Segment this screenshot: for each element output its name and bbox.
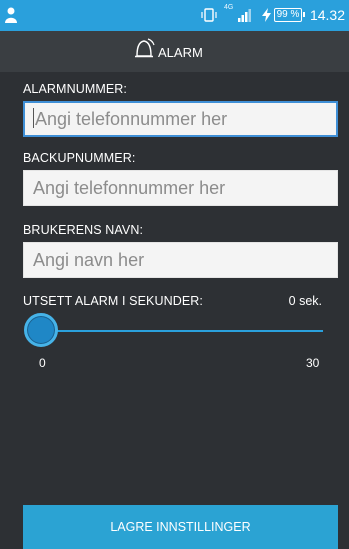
backup-number-label: BACKUPNUMMER:	[23, 151, 136, 165]
notification-person-icon	[5, 7, 17, 23]
alarm-number-placeholder: Angi telefonnummer her	[35, 109, 228, 129]
user-name-label: BRUKERENS NAVN:	[23, 223, 144, 237]
battery-indicator: 99 %	[274, 8, 305, 22]
status-bar: 4G 99 % 14.32	[0, 0, 349, 31]
signal-icon	[238, 9, 251, 22]
bell-icon	[135, 38, 155, 58]
backup-number-placeholder: Angi telefonnummer her	[33, 178, 226, 198]
network-type-label: 4G	[224, 4, 234, 11]
delay-slider-thumb[interactable]	[24, 313, 58, 347]
vibrate-icon	[201, 8, 217, 22]
user-name-input[interactable]: Angi navn her	[23, 242, 338, 278]
alarm-number-input[interactable]: Angi telefonnummer her	[23, 101, 338, 137]
user-name-placeholder: Angi navn her	[33, 250, 145, 270]
page-title: ALARM	[158, 45, 203, 60]
slider-max-label: 30	[306, 356, 320, 370]
save-settings-button[interactable]: LAGRE INNSTILLINGER	[23, 505, 338, 549]
delay-slider-track[interactable]	[41, 330, 323, 332]
slider-min-label: 0	[39, 356, 46, 370]
delay-label: UTSETT ALARM I SEKUNDER:	[23, 294, 203, 308]
delay-value: 0 sek.	[288, 294, 322, 308]
text-cursor	[33, 108, 34, 129]
charging-icon	[262, 8, 271, 22]
status-time: 14.32	[309, 7, 345, 23]
backup-number-input[interactable]: Angi telefonnummer her	[23, 170, 338, 206]
title-bar: ALARM	[0, 31, 349, 72]
alarm-number-label: ALARMNUMMER:	[23, 82, 127, 96]
